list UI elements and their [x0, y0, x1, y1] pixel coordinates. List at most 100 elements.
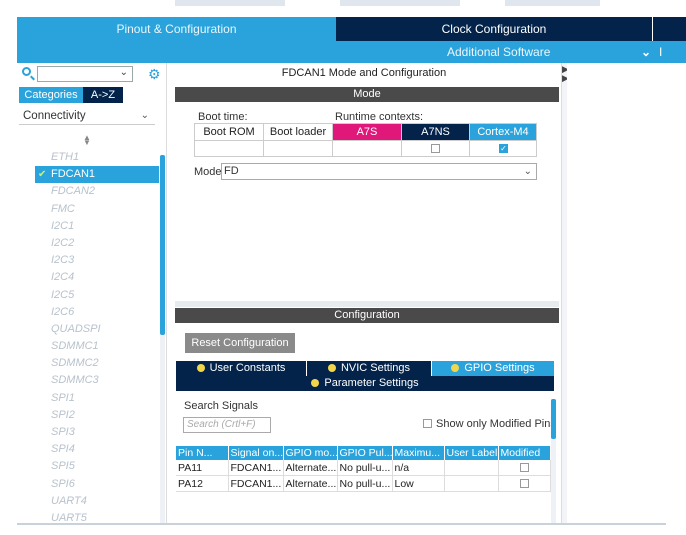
reset-configuration-button[interactable]: Reset Configuration — [185, 333, 295, 353]
obscured-strip — [340, 0, 460, 6]
column-header[interactable]: Maximu... — [392, 446, 445, 460]
modified-checkbox[interactable] — [519, 478, 529, 488]
peripheral-item[interactable]: SPI6 — [17, 476, 157, 493]
tab-parameter-settings[interactable]: Parameter Settings — [176, 376, 554, 391]
peripheral-item[interactable]: I2C3 — [17, 252, 157, 269]
peripheral-item[interactable]: ETH1 — [17, 149, 157, 166]
column-header[interactable]: GPIO mo... — [283, 446, 338, 460]
cell-boot-rom — [195, 140, 264, 156]
tab-user-constants[interactable]: User Constants — [176, 361, 307, 376]
chevron-down-icon[interactable]: ⌄ — [120, 67, 128, 78]
peripheral-label: QUADSPI — [51, 322, 101, 335]
tab-label: User Constants — [209, 362, 286, 374]
mode-section-header: Mode — [175, 87, 559, 102]
peripheral-label: SPI5 — [51, 460, 75, 473]
additional-software-button[interactable]: Additional Software — [447, 41, 550, 63]
peripheral-item[interactable]: SPI1 — [17, 390, 157, 407]
peripheral-label: SPI6 — [51, 477, 75, 490]
tab-a-to-z[interactable]: A->Z — [83, 87, 123, 103]
show-modified-checkbox[interactable] — [423, 419, 432, 428]
tab-pinout-configuration[interactable]: Pinout & Configuration — [17, 17, 336, 41]
signal-search-input[interactable]: Search (Crtl+F) — [183, 417, 271, 433]
peripheral-label: SDMMC3 — [51, 374, 99, 387]
peripheral-label: I2C2 — [51, 236, 75, 249]
peripheral-item[interactable]: I2C2 — [17, 235, 157, 252]
column-header[interactable]: Modified — [498, 446, 551, 460]
status-dot-icon — [327, 364, 336, 372]
peripheral-label: ETH1 — [51, 151, 80, 163]
column-header[interactable]: User Label — [444, 446, 499, 460]
peripheral-item[interactable]: I2C6 — [17, 304, 157, 321]
tab-extra[interactable] — [652, 17, 686, 41]
tab-label: GPIO Settings — [464, 362, 535, 374]
peripheral-item[interactable]: QUADSPI — [17, 321, 157, 338]
obscured-strip — [505, 0, 600, 6]
additional-software-bar: Additional Software ⌄ I — [17, 41, 686, 63]
peripheral-label: I2C5 — [51, 288, 75, 301]
table-header: Pin N... Signal on... GPIO mo... GPIO Pul..… — [176, 446, 551, 460]
peripheral-item[interactable]: FMC — [17, 201, 157, 218]
peripheral-label: UART4 — [51, 494, 87, 507]
tab-nvic-settings[interactable]: NVIC Settings — [307, 361, 432, 376]
peripheral-item[interactable]: ✔ FDCAN1 — [35, 166, 159, 184]
peripheral-label: FDCAN2 — [51, 185, 96, 198]
peripheral-label: SDMMC2 — [51, 357, 99, 370]
peripheral-item[interactable]: SPI5 — [17, 458, 157, 475]
tab-clock-configuration[interactable]: Clock Configuration — [336, 17, 652, 41]
peripheral-item[interactable]: SPI2 — [17, 407, 157, 424]
cortex-m4-checkbox[interactable]: ✓ — [499, 144, 508, 153]
chevron-down-icon: ⌄ — [140, 110, 149, 121]
peripheral-label: FMC — [51, 202, 75, 215]
peripheral-item[interactable]: SPI4 — [17, 441, 157, 458]
peripheral-label: SPI3 — [51, 426, 75, 438]
peripheral-item[interactable]: SDMMC2 — [17, 355, 157, 372]
cell-a7s — [333, 140, 402, 156]
cell-boot-loader — [264, 140, 333, 156]
tab-gpio-settings[interactable]: GPIO Settings — [432, 361, 554, 376]
peripheral-item[interactable]: FDCAN2 — [17, 183, 157, 200]
table-cell — [444, 475, 499, 492]
scrollbar-thumb[interactable] — [160, 155, 165, 335]
gpio-table: Pin N... Signal on... GPIO mo... GPIO Pul..… — [176, 446, 551, 492]
col-a7s: A7S — [333, 124, 402, 140]
tab-label: NVIC Settings — [340, 362, 411, 374]
chevron-down-icon[interactable]: ⌄ — [641, 41, 651, 63]
cell-cortex-m4: ✓ — [470, 140, 536, 156]
search-input[interactable]: ⌄ — [37, 66, 133, 82]
column-header[interactable]: GPIO Pul... — [337, 446, 393, 460]
configuration-tabs: User Constants NVIC Settings GPIO Settin… — [176, 361, 554, 393]
mode-select-value: FD — [224, 165, 239, 177]
peripheral-label: SDMMC1 — [51, 340, 99, 353]
scrollbar-thumb[interactable] — [551, 399, 556, 439]
check-icon: ✔ — [38, 169, 47, 181]
peripheral-item[interactable]: SDMMC1 — [17, 338, 157, 355]
sort-icon[interactable]: ▲ ▼ — [83, 134, 91, 147]
peripheral-item[interactable]: I2C4 — [17, 269, 157, 286]
modified-cell[interactable] — [498, 475, 551, 492]
peripheral-label: I2C3 — [51, 254, 75, 267]
category-dropdown[interactable]: Connectivity ⌄ — [19, 107, 155, 125]
peripheral-item[interactable]: UART4 — [17, 493, 157, 510]
gear-icon[interactable]: ⚙ — [148, 66, 161, 83]
mode-select[interactable]: FD ⌄ — [221, 163, 537, 180]
column-header[interactable]: Pin N... — [176, 446, 229, 460]
peripheral-item[interactable]: SPI3 — [17, 424, 157, 441]
column-header[interactable]: Signal on... — [228, 446, 284, 460]
panel-splitter[interactable] — [175, 301, 559, 307]
table-cell: FDCAN1... — [228, 460, 284, 476]
show-modified-toggle[interactable]: Show only Modified Pins — [423, 418, 556, 430]
peripheral-item[interactable]: I2C5 — [17, 287, 157, 304]
table-cell: n/a — [392, 460, 445, 476]
table-row[interactable]: PA12 FDCAN1... Alternate... No pull-u... Low — [176, 475, 551, 492]
table-row[interactable]: PA11 FDCAN1... Alternate... No pull-u... n/a — [176, 460, 551, 476]
a7ns-checkbox[interactable] — [431, 144, 440, 153]
tab-categories[interactable]: Categories — [19, 87, 83, 103]
peripheral-item[interactable]: I2C1 — [17, 218, 157, 235]
context-grid: Boot ROM Boot loader A7S A7NS Cortex-M4 … — [194, 123, 537, 157]
category-dropdown-value: Connectivity — [23, 110, 86, 122]
peripheral-item[interactable]: SDMMC3 — [17, 372, 157, 389]
status-dot-icon — [451, 364, 460, 372]
modified-cell[interactable] — [498, 460, 551, 476]
modified-checkbox[interactable] — [519, 462, 529, 472]
table-cell: Alternate... — [283, 475, 338, 492]
